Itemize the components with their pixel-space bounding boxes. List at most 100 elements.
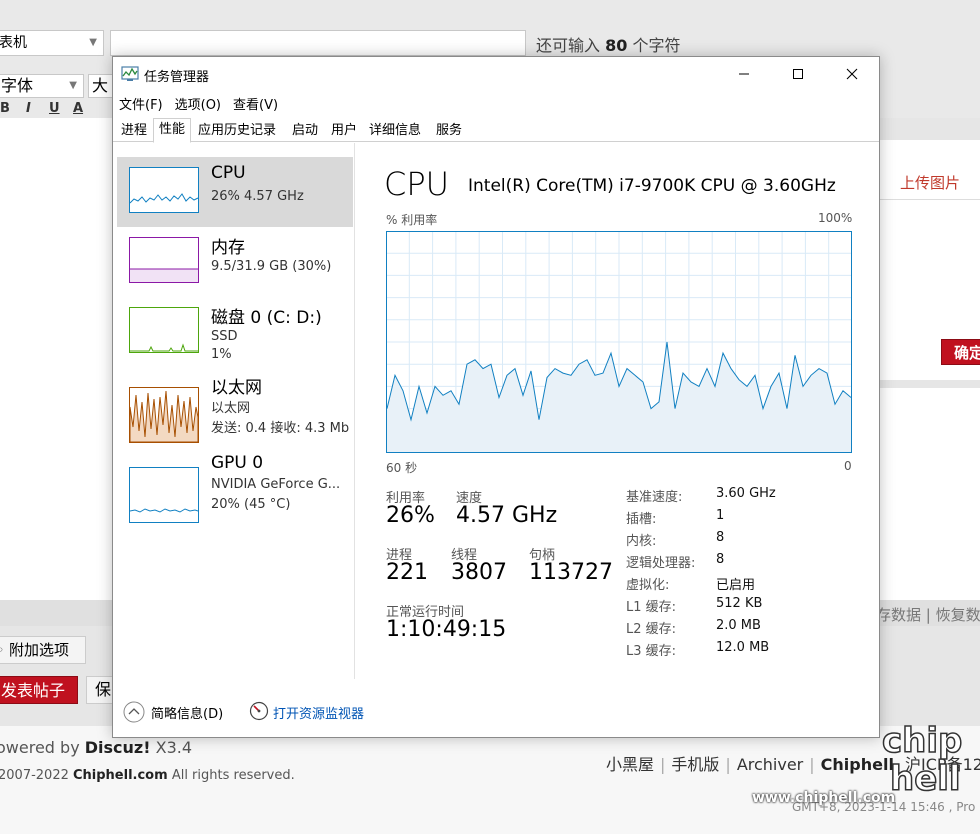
util-value: 26% bbox=[386, 503, 435, 528]
tab-services[interactable]: 服务 bbox=[430, 119, 468, 142]
title-bar[interactable]: 任务管理器 bbox=[113, 57, 879, 90]
task-manager-window: 任务管理器 文件(F) 选项(O) 查看(V) 进程 性能 应用历史记录 启动 … bbox=[112, 56, 880, 738]
spec-value: 3.60 GHz bbox=[716, 486, 776, 501]
maximize-icon bbox=[793, 68, 803, 79]
sidebar-sub: SSD bbox=[211, 329, 238, 344]
spec-key: 插槽: bbox=[626, 512, 657, 527]
italic-button[interactable]: I bbox=[26, 101, 31, 116]
minimize-icon bbox=[739, 73, 749, 74]
cpu-detail-panel: CPU Intel(R) Core(TM) i7-9700K CPU @ 3.6… bbox=[356, 143, 879, 679]
underline-button[interactable]: U bbox=[49, 101, 60, 116]
cpu-thumbnail-graph bbox=[129, 167, 199, 213]
chevron-down-icon: ▼ bbox=[89, 37, 97, 48]
sidebar-sub: NVIDIA GeForce G... bbox=[211, 477, 341, 492]
cpu-utilization-graph bbox=[386, 231, 852, 453]
chevron-up-circle-icon[interactable] bbox=[123, 701, 145, 723]
spec-key: L1 缓存: bbox=[626, 600, 677, 615]
chevron-down-icon: ▼ bbox=[69, 80, 77, 91]
plus-icon: ◦ bbox=[0, 643, 5, 657]
handle-value: 113727 bbox=[529, 560, 613, 585]
tab-startup[interactable]: 启动 bbox=[286, 119, 324, 142]
sidebar-sub: 20% (45 °C) bbox=[211, 497, 291, 512]
tab-details[interactable]: 详细信息 bbox=[363, 119, 427, 142]
forum-font-select[interactable]: 字体 ▼ bbox=[0, 74, 84, 98]
close-button[interactable] bbox=[825, 57, 879, 90]
forum-right-lower bbox=[880, 388, 980, 600]
sidebar-item-memory[interactable]: 内存 9.5/31.9 GB (30%) bbox=[117, 227, 353, 297]
tab-processes[interactable]: 进程 bbox=[115, 119, 153, 142]
task-manager-app-icon bbox=[121, 66, 139, 81]
attach-options-button[interactable]: ◦ 附加选项 bbox=[0, 636, 86, 664]
restore-data-link[interactable]: 存数据 | 恢复数 bbox=[876, 604, 980, 625]
spec-key: 内核: bbox=[626, 534, 657, 549]
window-title: 任务管理器 bbox=[144, 70, 210, 85]
open-resource-monitor-link[interactable]: 打开资源监视器 bbox=[273, 703, 364, 722]
thread-value: 3807 bbox=[451, 560, 507, 585]
sidebar-sub: 1% bbox=[211, 347, 232, 362]
copyright-suffix: All rights reserved. bbox=[171, 768, 295, 783]
watermark-url: www.chiphell.com bbox=[752, 790, 896, 806]
powered-brand[interactable]: Discuz! bbox=[85, 738, 151, 757]
size-label: 大小 bbox=[92, 76, 109, 95]
footer-link-archiver[interactable]: Archiver bbox=[737, 755, 803, 774]
sidebar-sub: 发送: 0.4 接收: 4.3 Mb bbox=[211, 421, 350, 436]
spec-value: 2.0 MB bbox=[716, 618, 761, 633]
bold-button[interactable]: B bbox=[0, 101, 10, 116]
forum-category-select[interactable]: 表机 ▼ bbox=[0, 30, 104, 56]
uptime-value: 1:10:49:15 bbox=[386, 617, 507, 642]
proc-value: 221 bbox=[386, 560, 428, 585]
upload-image-tab[interactable]: 上传图片 bbox=[880, 166, 980, 200]
footer-link-blackroom[interactable]: 小黑屋 bbox=[606, 755, 654, 774]
remaining-prefix: 还可输入 bbox=[536, 36, 601, 55]
sidebar-label: GPU 0 bbox=[211, 453, 264, 473]
close-icon bbox=[846, 68, 858, 79]
menu-view[interactable]: 查看(V) bbox=[227, 92, 284, 114]
forum-editor-area[interactable] bbox=[0, 118, 113, 600]
remaining-count: 80 bbox=[605, 36, 628, 55]
copyright-brand[interactable]: Chiphell.com bbox=[73, 768, 168, 783]
spec-key: 基准速度: bbox=[626, 490, 683, 505]
spec-key: L2 缓存: bbox=[626, 622, 677, 637]
sidebar-item-gpu[interactable]: GPU 0 NVIDIA GeForce G... 20% (45 °C) bbox=[117, 453, 353, 527]
forum-title-input[interactable] bbox=[110, 30, 526, 56]
resource-monitor-icon bbox=[249, 701, 269, 721]
attach-label: 附加选项 bbox=[9, 641, 70, 659]
maximize-button[interactable] bbox=[771, 57, 825, 90]
spec-key: 虚拟化: bbox=[626, 578, 670, 593]
spec-value: 1 bbox=[716, 508, 725, 523]
graph-util-label: % 利用率 bbox=[386, 213, 438, 227]
footer-link-mobile[interactable]: 手机版 bbox=[671, 755, 719, 774]
confirm-button[interactable]: 确定 bbox=[941, 339, 980, 365]
sidebar-label: CPU bbox=[211, 163, 246, 183]
spec-key: 逻辑处理器: bbox=[626, 556, 696, 571]
forum-size-select[interactable]: 大小 bbox=[88, 74, 114, 98]
cpu-model: Intel(R) Core(TM) i7-9700K CPU @ 3.60GHz bbox=[468, 176, 836, 196]
sidebar-sub: 26% 4.57 GHz bbox=[211, 189, 304, 204]
tab-performance[interactable]: 性能 bbox=[153, 118, 192, 143]
copyright-years: 2007-2022 bbox=[0, 768, 69, 783]
sidebar-label: 以太网 bbox=[211, 378, 262, 398]
separator: | bbox=[725, 755, 731, 774]
tab-users[interactable]: 用户 bbox=[325, 119, 363, 142]
disk-thumbnail-graph bbox=[129, 307, 199, 353]
minimize-button[interactable] bbox=[717, 57, 771, 90]
sidebar-label: 内存 bbox=[211, 238, 245, 258]
speed-value: 4.57 GHz bbox=[456, 503, 558, 528]
post-thread-button[interactable]: 发表帖子 bbox=[0, 676, 78, 704]
menu-file[interactable]: 文件(F) bbox=[113, 92, 169, 114]
separator: | bbox=[660, 755, 666, 774]
sidebar-item-ethernet[interactable]: 以太网 以太网 发送: 0.4 接收: 4.3 Mb bbox=[117, 377, 353, 447]
graph-span-label: 60 秒 bbox=[386, 461, 418, 475]
copyright: 2007-2022 Chiphell.com All rights reserv… bbox=[0, 768, 295, 783]
sidebar-item-disk[interactable]: 磁盘 0 (C: D:) SSD 1% bbox=[117, 297, 353, 367]
graph-min-label: 0 bbox=[844, 459, 852, 473]
font-color-button[interactable]: A bbox=[73, 101, 83, 116]
chiphell-watermark-logo: chip hell bbox=[881, 720, 963, 800]
sidebar-sub: 以太网 bbox=[211, 401, 251, 416]
menu-options[interactable]: 选项(O) bbox=[169, 92, 227, 114]
tab-app-history[interactable]: 应用历史记录 bbox=[192, 119, 282, 142]
forum-remaining-chars: 还可输入 80 个字符 bbox=[536, 32, 680, 56]
sidebar-item-cpu[interactable]: CPU 26% 4.57 GHz bbox=[117, 157, 353, 227]
forum-category-value: 表机 bbox=[0, 35, 27, 51]
fewer-details-button[interactable]: 简略信息(D) bbox=[151, 703, 223, 722]
